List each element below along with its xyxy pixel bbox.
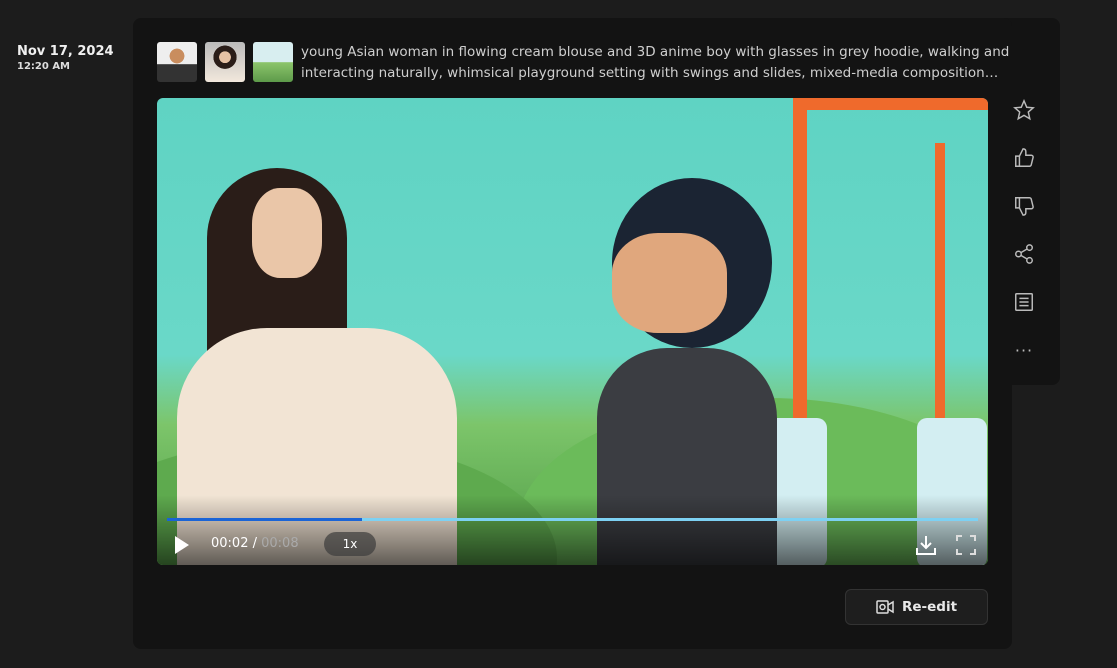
thumbs-down-icon[interactable]	[1011, 193, 1037, 219]
document-icon[interactable]	[1011, 289, 1037, 315]
current-time: 00:02	[211, 536, 249, 551]
date-text: Nov 17, 2024	[17, 44, 114, 59]
reference-thumbnails	[157, 42, 293, 82]
fullscreen-icon[interactable]	[955, 534, 977, 560]
prompt-text: young Asian woman in flowing cream blous…	[301, 44, 1010, 81]
swing-frame	[793, 98, 807, 428]
share-icon[interactable]	[1011, 241, 1037, 267]
star-icon[interactable]	[1011, 97, 1037, 123]
more-icon[interactable]: ···	[1011, 337, 1037, 363]
thumbnail-anime-boy[interactable]	[157, 42, 197, 82]
progress-bar[interactable]	[167, 518, 978, 521]
play-icon[interactable]	[175, 536, 189, 554]
thumbnail-playground[interactable]	[253, 42, 293, 82]
re-edit-label: Re-edit	[901, 599, 958, 615]
entry-date: Nov 17, 2024 12:20 AM	[17, 44, 114, 72]
thumbs-up-icon[interactable]	[1011, 145, 1037, 171]
time-display: 00:02 / 00:08	[211, 536, 299, 551]
thumbnail-asian-woman[interactable]	[205, 42, 245, 82]
speed-button[interactable]: 1x	[324, 532, 376, 556]
total-time: 00:08	[261, 536, 299, 551]
time-text: 12:20 AM	[17, 61, 71, 72]
download-icon[interactable]	[915, 534, 937, 560]
video-edit-icon	[876, 600, 894, 614]
re-edit-button[interactable]: Re-edit	[845, 589, 988, 625]
progress-fill	[167, 518, 362, 521]
time-separator: /	[248, 536, 262, 551]
video-player[interactable]: 00:02 / 00:08 1x	[157, 98, 988, 565]
